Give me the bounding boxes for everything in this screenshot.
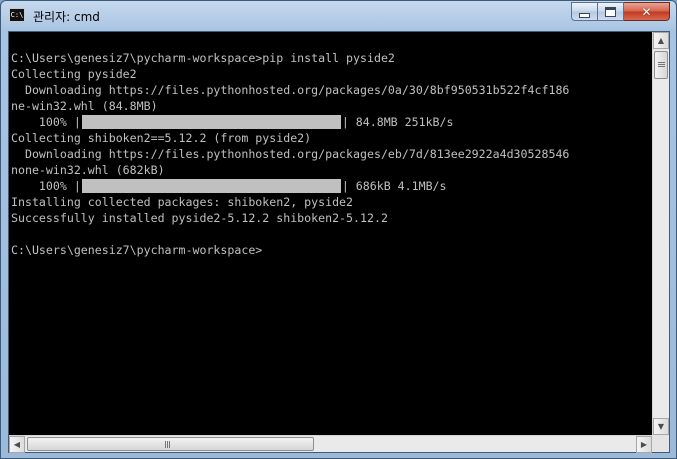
progress-bar bbox=[81, 179, 341, 193]
thumb-grip bbox=[658, 64, 665, 65]
console-line: C:\Users\genesiz7\pycharm-workspace>pip … bbox=[11, 51, 395, 65]
title-bar[interactable]: C:\ 관리자: cmd ✕ bbox=[1, 1, 676, 31]
maximize-button[interactable] bbox=[598, 2, 624, 21]
horizontal-scrollbar[interactable]: ◀ ▶ bbox=[9, 435, 652, 453]
progress-line: 100% | | 84.8MB 251kB/s bbox=[11, 114, 652, 130]
close-button[interactable]: ✕ bbox=[624, 2, 670, 21]
scroll-down-button[interactable]: ▼ bbox=[653, 418, 669, 435]
console-line: Downloading https://files.pythonhosted.o… bbox=[11, 83, 570, 97]
minimize-icon bbox=[579, 12, 590, 18]
console-output[interactable]: C:\Users\genesiz7\pycharm-workspace>pip … bbox=[11, 32, 652, 450]
thumb-grip bbox=[167, 441, 168, 448]
horizontal-scroll-thumb[interactable] bbox=[27, 437, 314, 451]
scroll-up-button[interactable]: ▲ bbox=[653, 32, 669, 49]
scroll-right-button[interactable]: ▶ bbox=[636, 436, 652, 453]
console-line: ne-win32.whl (84.8MB) bbox=[11, 99, 158, 113]
vertical-scrollbar[interactable]: ▲ ▼ bbox=[652, 32, 669, 435]
thumb-grip bbox=[165, 441, 166, 448]
cmd-app-icon[interactable]: C:\ bbox=[9, 8, 25, 22]
console-line: C:\Users\genesiz7\pycharm-workspace> bbox=[11, 243, 263, 257]
console-line: Collecting shiboken2==5.12.2 (from pysid… bbox=[11, 131, 312, 145]
console-line: Successfully installed pyside2-5.12.2 sh… bbox=[11, 211, 388, 225]
console-line: Downloading https://files.pythonhosted.o… bbox=[11, 147, 570, 161]
progress-stats: | 686kB 4.1MB/s bbox=[341, 179, 447, 193]
console-area[interactable]: C:\Users\genesiz7\pycharm-workspace>pip … bbox=[8, 31, 670, 453]
thumb-grip bbox=[169, 441, 170, 448]
console-line: Installing collected packages: shiboken2… bbox=[11, 195, 354, 209]
console-line: Collecting pyside2 bbox=[11, 67, 137, 81]
progress-percent: 100% | bbox=[11, 115, 81, 129]
thumb-grip bbox=[658, 66, 665, 67]
cmd-window: C:\ 관리자: cmd ✕ C:\Users\genesiz7\pycharm… bbox=[0, 0, 677, 459]
progress-line: 100% | | 686kB 4.1MB/s bbox=[11, 178, 652, 194]
console-line: none-win32.whl (682kB) bbox=[11, 163, 165, 177]
window-title: 관리자: cmd bbox=[33, 10, 100, 24]
resize-corner[interactable] bbox=[652, 435, 669, 452]
minimize-button[interactable] bbox=[571, 2, 598, 21]
thumb-grip bbox=[658, 62, 665, 63]
progress-bar bbox=[81, 115, 341, 129]
scroll-left-button[interactable]: ◀ bbox=[9, 436, 25, 453]
window-controls: ✕ bbox=[571, 2, 670, 21]
progress-percent: 100% | bbox=[11, 179, 81, 193]
vertical-scroll-thumb[interactable] bbox=[654, 51, 668, 79]
maximize-icon bbox=[605, 6, 616, 17]
progress-stats: | 84.8MB 251kB/s bbox=[341, 115, 454, 129]
close-icon: ✕ bbox=[641, 4, 652, 19]
